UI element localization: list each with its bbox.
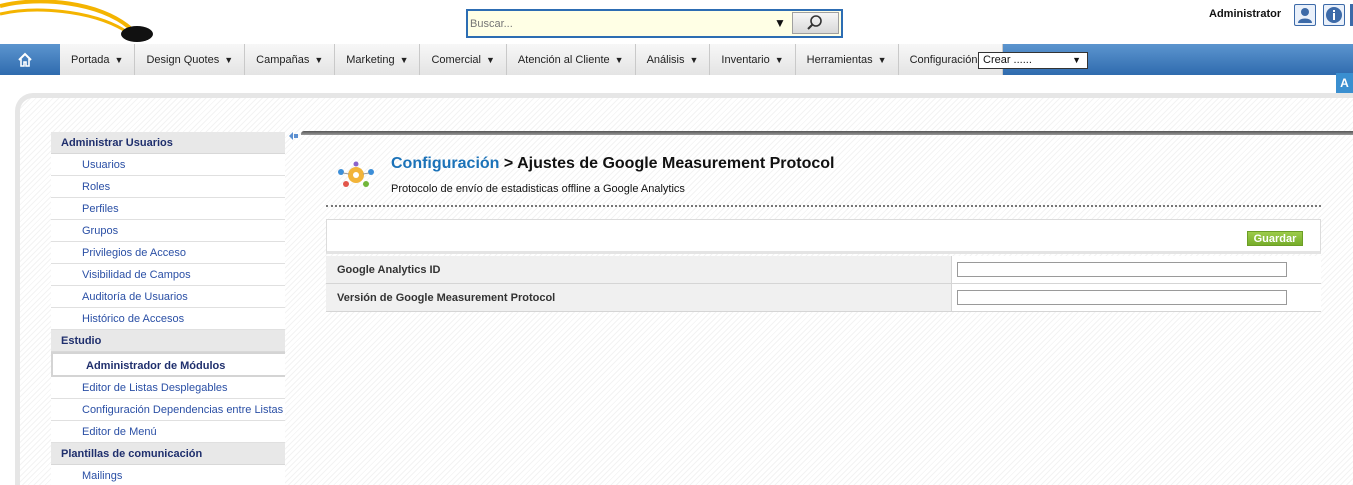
- chevron-down-icon: ▼: [1072, 55, 1081, 65]
- collapse-sidebar-icon[interactable]: [288, 131, 299, 141]
- menu-tab-label: Portada: [71, 53, 110, 66]
- field-label: Versión de Google Measurement Protocol: [326, 284, 952, 311]
- top-bar: ▼ Administrator: [0, 0, 1353, 44]
- breadcrumb-separator: >: [503, 155, 514, 172]
- search-input[interactable]: [470, 15, 770, 33]
- sidebar-item-usuarios[interactable]: Usuarios: [51, 154, 285, 176]
- menu-tab-campanas[interactable]: Campañas ▼: [245, 44, 336, 75]
- chevron-down-icon: ▼: [877, 54, 887, 65]
- main-menu-bar: Portada ▼ Design Quotes ▼ Campañas ▼ Marketing…: [0, 44, 1353, 75]
- sidebar-item-editor-de-menu[interactable]: Editor de Menú: [51, 421, 285, 443]
- sidebar-item-perfiles[interactable]: Perfiles: [51, 198, 285, 220]
- search-icon: [806, 15, 822, 30]
- settings-row: Versión de Google Measurement Protocol: [326, 284, 1321, 312]
- menu-tab-label: Análisis: [646, 53, 685, 66]
- chevron-down-icon: ▼: [114, 54, 124, 65]
- settings-row: Google Analytics ID: [326, 256, 1321, 284]
- menu-tab-label: Marketing: [346, 53, 395, 66]
- action-bar: Guardar: [326, 219, 1321, 254]
- sidebar-item-auditoria-de-usuarios[interactable]: Auditoría de Usuarios: [51, 286, 285, 308]
- sidebar-item-visibilidad-de-campos[interactable]: Visibilidad de Campos: [51, 264, 285, 286]
- logo: [0, 0, 160, 44]
- sidebar-item-administrador-de-modulos[interactable]: Administrador de Módulos: [51, 352, 285, 377]
- sidebar-item-roles[interactable]: Roles: [51, 176, 285, 198]
- menu-tabs: Portada ▼ Design Quotes ▼ Campañas ▼ Marketing…: [60, 44, 1004, 75]
- chevron-down-icon: ▼: [486, 54, 495, 65]
- sidebar-item-grupos[interactable]: Grupos: [51, 220, 285, 242]
- settings-icon: [333, 160, 379, 190]
- page-subtitle: Protocolo de envío de estadisticas offli…: [391, 183, 685, 195]
- menu-tab-label: Atención al Cliente: [517, 53, 610, 66]
- home-icon: [18, 52, 32, 67]
- menu-tab-inventario[interactable]: Inventario ▼: [710, 44, 796, 75]
- home-button[interactable]: [0, 44, 50, 75]
- sidebar-section-title: Plantillas de comunicación: [51, 443, 285, 465]
- google-analytics-id-input[interactable]: [957, 262, 1287, 277]
- sidebar-item-historico-de-accesos[interactable]: Histórico de Accesos: [51, 308, 285, 330]
- settings-table: Google Analytics ID Versión de Google Mea…: [326, 256, 1321, 312]
- menu-tab-portada[interactable]: Portada ▼: [60, 44, 136, 75]
- menu-tab-herramientas[interactable]: Herramientas ▼: [795, 44, 899, 75]
- sidebar-item-mailings[interactable]: Mailings: [51, 465, 285, 485]
- menu-tab-marketing[interactable]: Marketing ▼: [335, 44, 421, 75]
- menu-tab-label: Design Quotes: [146, 53, 220, 66]
- sidebar-section-title: Administrar Usuarios: [51, 132, 285, 154]
- menu-tab-label: Inventario: [721, 53, 770, 66]
- field-value-cell: [952, 256, 1321, 283]
- field-label: Google Analytics ID: [326, 256, 952, 283]
- menu-tab-comercial[interactable]: Comercial ▼: [420, 44, 507, 75]
- menu-tab-label: Comercial: [431, 53, 481, 66]
- chevron-down-icon: ▼: [689, 54, 699, 65]
- chevron-down-icon: ▼: [614, 54, 624, 65]
- settings-sidebar: Administrar Usuarios Usuarios Roles Perfile…: [51, 132, 285, 485]
- field-value-cell: [952, 284, 1321, 311]
- user-name: Administrator: [1209, 8, 1282, 20]
- save-button[interactable]: Guardar: [1247, 231, 1303, 246]
- search-box: ▼: [466, 9, 843, 38]
- menu-tab-atencion-al-cliente[interactable]: Atención al Cliente ▼: [506, 44, 636, 75]
- menu-tab-label: Campañas: [256, 53, 310, 66]
- menu-tab-analisis[interactable]: Análisis ▼: [635, 44, 711, 75]
- dotted-separator: [326, 205, 1321, 207]
- sidebar-item-configuracion-dependencias-entre-listas[interactable]: Configuración Dependencias entre Listas: [51, 399, 285, 421]
- page-title: Configuración > Ajustes de Google Measur…: [391, 155, 835, 173]
- page-title-text: Ajustes de Google Measurement Protocol: [517, 155, 835, 172]
- menu-tab-label: Configuración: [909, 53, 978, 66]
- user-icon[interactable]: [1294, 4, 1316, 26]
- menu-tab-design-quotes[interactable]: Design Quotes ▼: [135, 44, 246, 75]
- search-button[interactable]: [792, 12, 839, 34]
- sidebar-item-privilegios-de-acceso[interactable]: Privilegios de Acceso: [51, 242, 285, 264]
- chevron-down-icon: ▼: [224, 54, 234, 65]
- corner-badge[interactable]: A: [1336, 73, 1353, 93]
- info-icon[interactable]: [1323, 4, 1345, 26]
- create-select[interactable]: Crear ...... ▼: [978, 52, 1088, 69]
- menu-tab-label: Herramientas: [806, 53, 873, 66]
- chevron-down-icon: ▼: [774, 54, 784, 65]
- measurement-protocol-version-input[interactable]: [957, 290, 1287, 305]
- chevron-down-icon: ▼: [314, 54, 324, 65]
- breadcrumb-configuracion[interactable]: Configuración: [391, 155, 499, 172]
- sidebar-section-title: Estudio: [51, 330, 285, 352]
- content-top-rule: [301, 131, 1353, 135]
- chevron-down-icon: ▼: [399, 54, 409, 65]
- sidebar-item-editor-de-listas-desplegables[interactable]: Editor de Listas Desplegables: [51, 377, 285, 399]
- search-dropdown-icon[interactable]: ▼: [774, 16, 788, 30]
